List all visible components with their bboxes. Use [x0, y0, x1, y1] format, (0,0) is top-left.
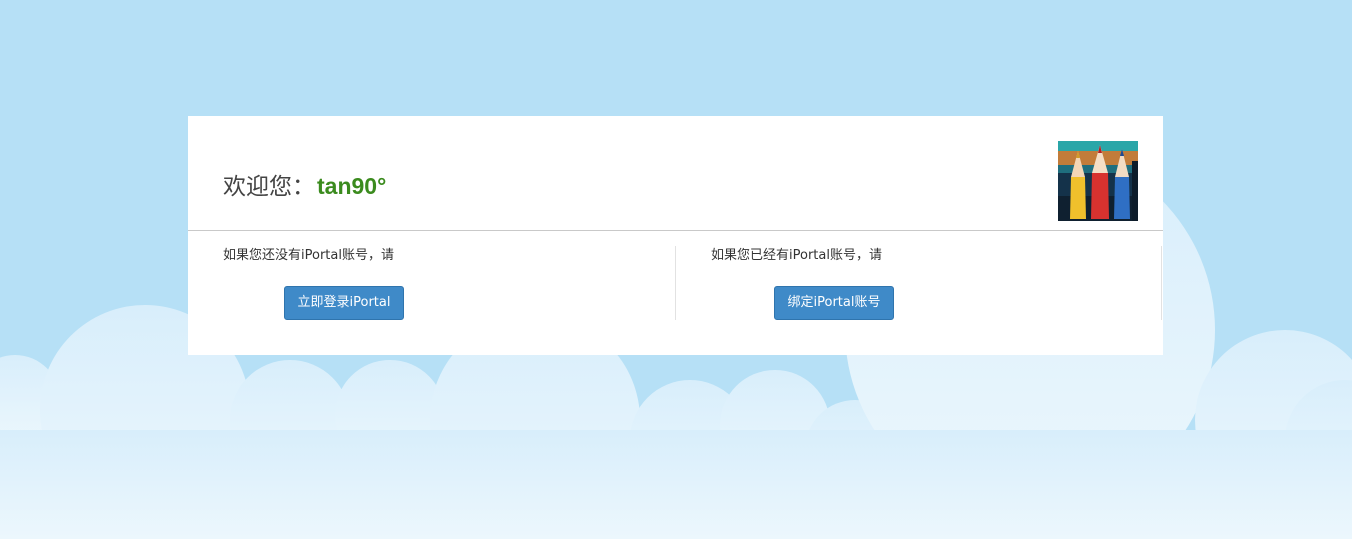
welcome-label: 欢迎您	[223, 174, 292, 200]
bind-section: 如果您已经有iPortal账号，请 绑定iPortal账号	[676, 246, 1162, 320]
welcome-heading: 欢迎您：tan90°	[223, 170, 386, 203]
avatar	[1058, 141, 1138, 221]
login-iportal-button[interactable]: 立即登录iPortal	[284, 286, 404, 320]
login-section: 如果您还没有iPortal账号，请 立即登录iPortal	[188, 246, 676, 320]
welcome-separator: ：	[292, 174, 315, 200]
no-account-hint: 如果您还没有iPortal账号，请	[223, 248, 394, 263]
has-account-hint: 如果您已经有iPortal账号，请	[711, 248, 882, 263]
bind-iportal-account-button[interactable]: 绑定iPortal账号	[774, 286, 894, 320]
username: tan90°	[317, 173, 387, 199]
panel-header: 欢迎您：tan90°	[188, 116, 1163, 231]
page: { "welcome": { "label": "欢迎您", "separato…	[0, 0, 1352, 539]
bind-account-panel: 欢迎您：tan90° 如果您还没有iPortal账号，请 立即登录iPortal	[188, 116, 1163, 355]
